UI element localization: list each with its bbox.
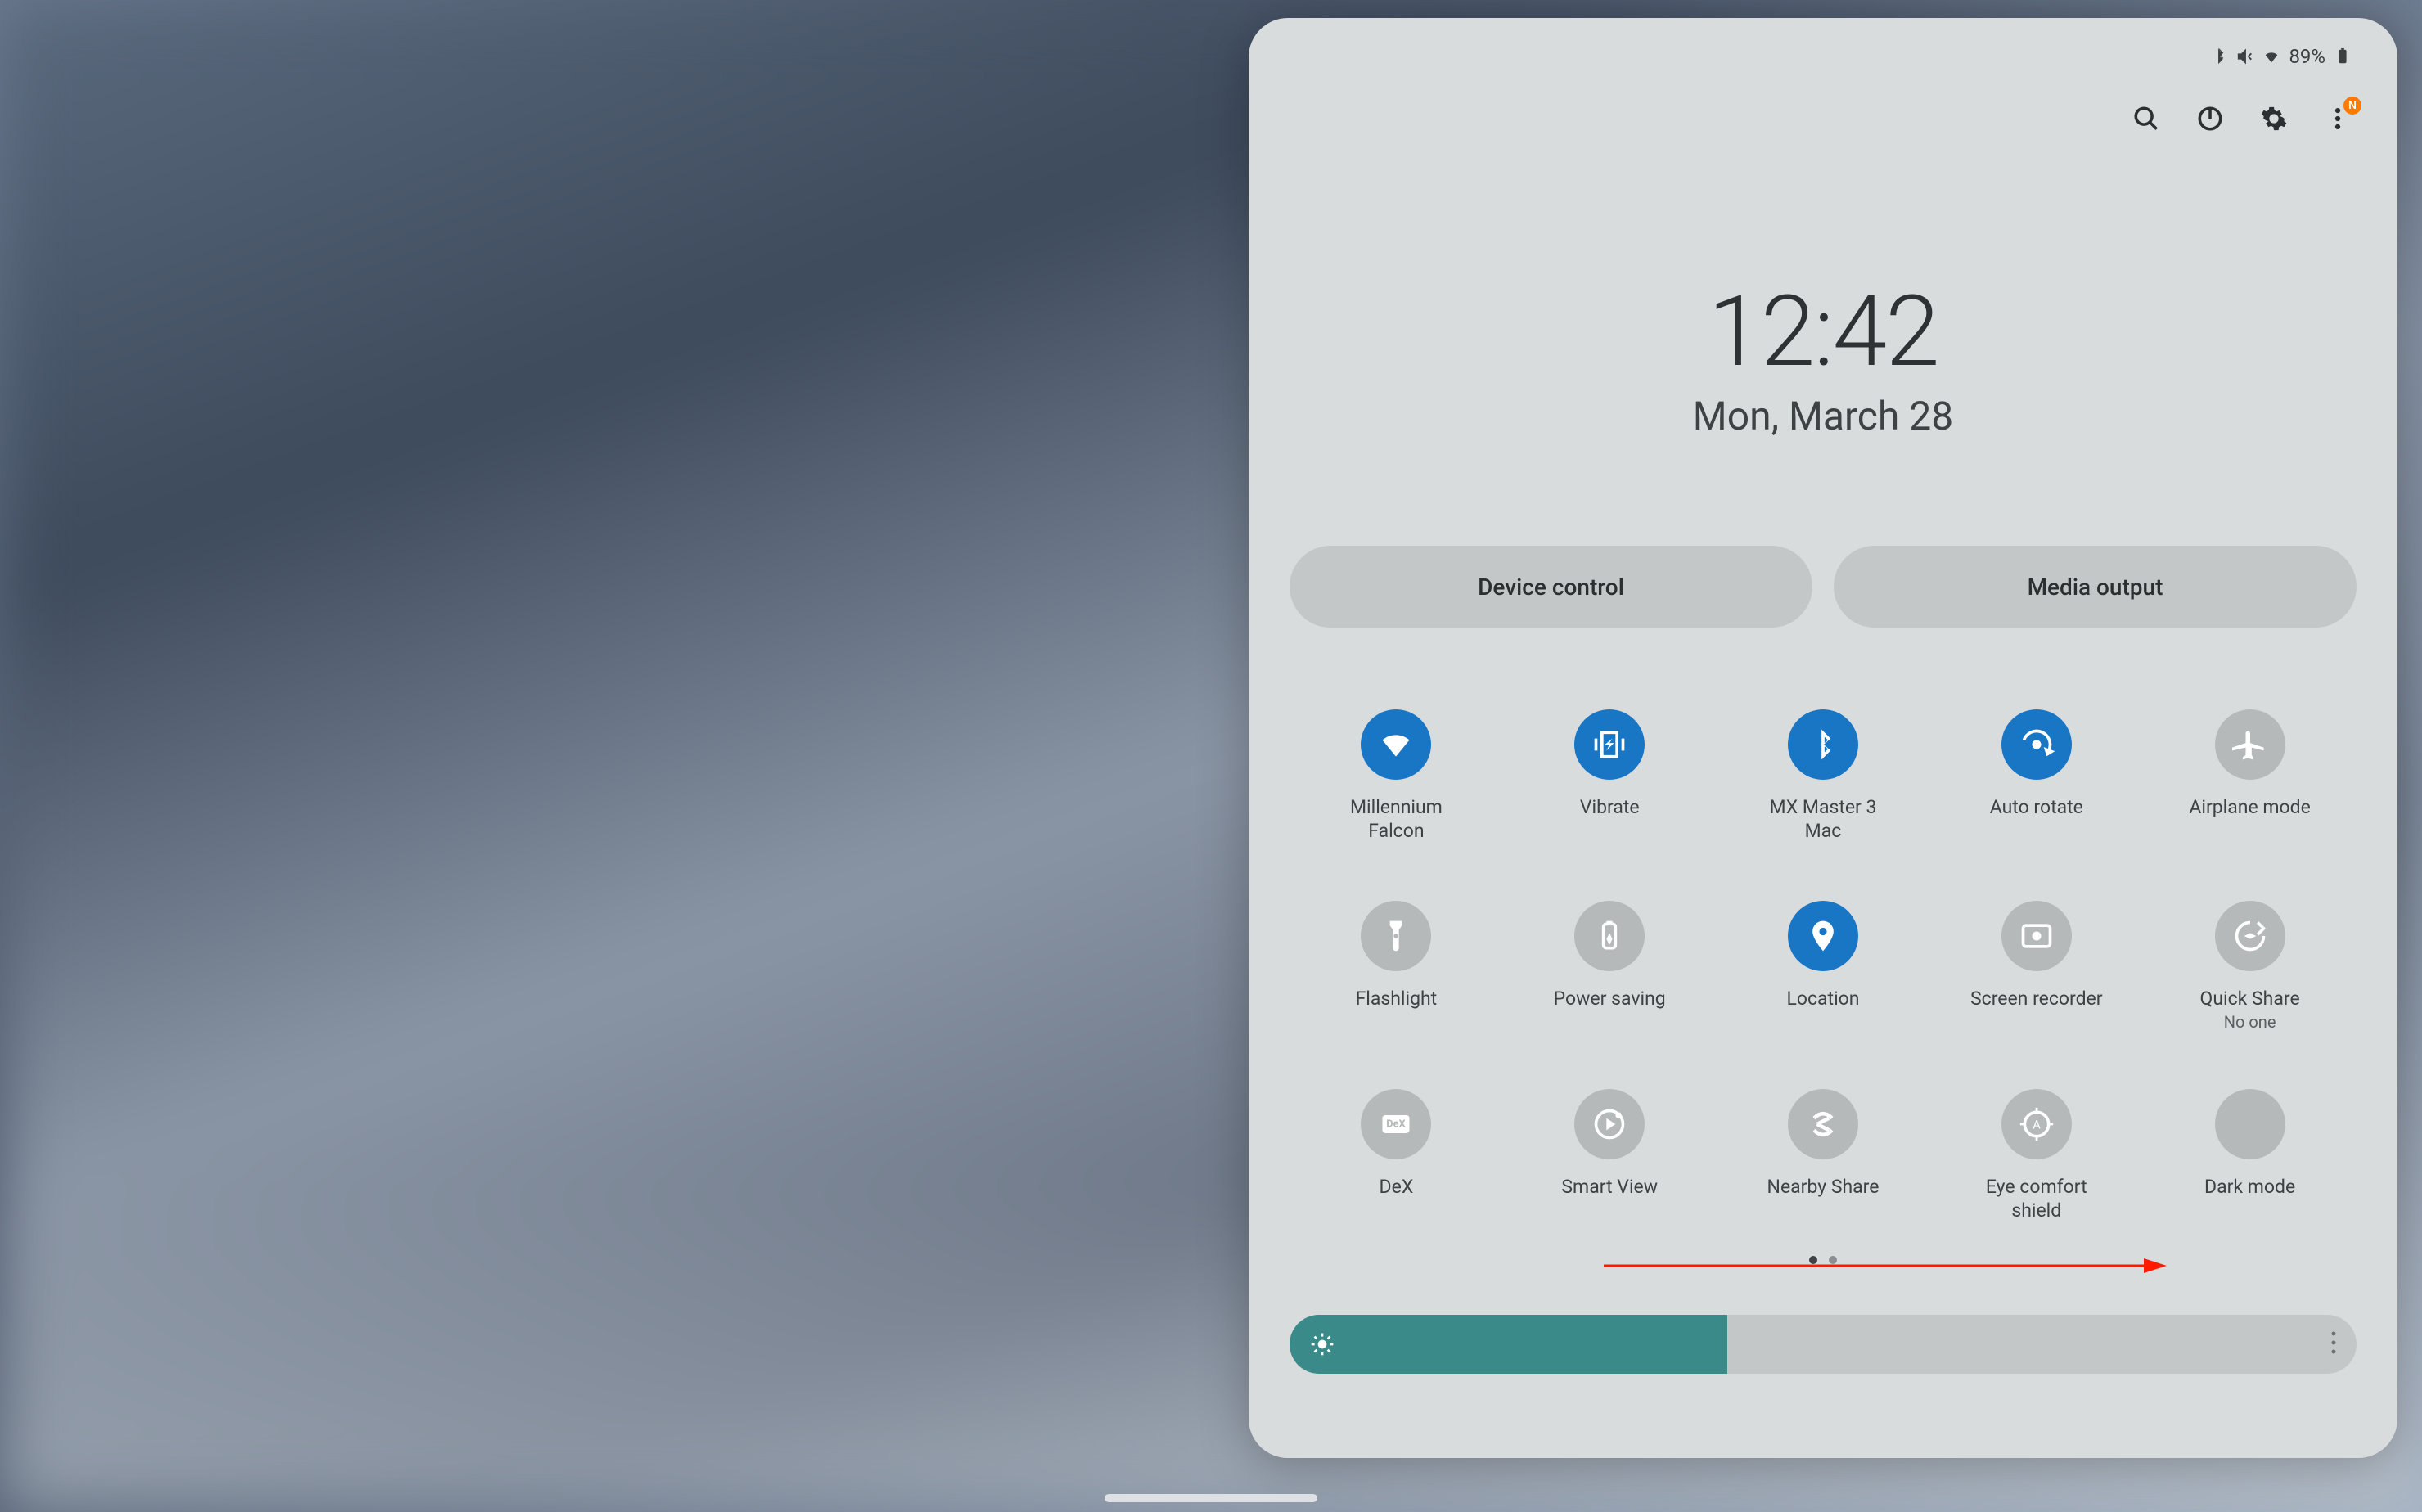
tile-label: Nearby Share [1767,1176,1880,1199]
tile-label: Smart View [1561,1176,1658,1199]
brightness-more-button[interactable] [2330,1330,2337,1358]
tile-label: Millennium Falcon [1326,796,1465,844]
tile-darkmode[interactable]: Dark mode [2143,1089,2357,1223]
status-bar: 89% [1290,43,2357,70]
tile-screenrec[interactable]: Screen recorder [1929,901,2143,1033]
tile-label: Location [1786,988,1859,1011]
overflow-button[interactable]: N [2324,105,2352,136]
tile-label: Dark mode [2204,1176,2295,1199]
tile-label: Auto rotate [1990,796,2083,820]
tile-powersaving[interactable]: Power saving [1503,901,1717,1033]
controls-row: Device control Media output [1290,546,2357,628]
clock-block: 12:42 Mon, March 28 [1290,275,2357,439]
tile-flashlight[interactable]: Flashlight [1290,901,1503,1033]
brightness-fill [1290,1315,1727,1374]
tile-label: Power saving [1554,988,1666,1011]
share-icon [2215,901,2285,971]
page-indicator [1290,1256,2357,1264]
settings-button[interactable] [2260,105,2288,136]
brightness-icon [1309,1331,1335,1357]
nav-handle[interactable] [1105,1494,1317,1502]
cast-icon [1574,1089,1645,1159]
record-icon [2001,901,2072,971]
quick-settings-panel: 89% N 12:42 Mon, March 28 Device control… [1249,18,2397,1458]
clock-time: 12:42 [1290,275,2357,389]
search-button[interactable] [2132,105,2160,136]
page-dot [1829,1256,1837,1264]
tile-nearbyshare[interactable]: Nearby Share [1717,1089,1930,1223]
search-icon [2132,105,2160,133]
tile-label: Quick Share [2200,988,2300,1011]
more-vert-icon [2330,1330,2337,1355]
airplane-icon [2215,709,2285,780]
rotate-icon [2001,709,2072,780]
media-output-button[interactable]: Media output [1834,546,2357,628]
power-icon [2196,105,2224,133]
battery-status-icon [2334,47,2352,65]
clock-date: Mon, March 28 [1290,393,2357,439]
tile-label: Eye comfort shield [1967,1176,2106,1223]
tile-label: MX Master 3 Mac [1753,796,1893,844]
dex-icon: DeX [1361,1089,1431,1159]
battery-percent: 89% [2289,45,2325,68]
tile-label: DeX [1380,1176,1414,1199]
gear-icon [2260,105,2288,133]
tile-dex[interactable]: DeX DeX [1290,1089,1503,1223]
page-dot [1809,1256,1817,1264]
svg-text:A: A [2033,1118,2041,1132]
bluetooth-icon [1788,709,1858,780]
quick-tiles-grid: Millennium Falcon Vibrate MX Master 3 Mac A… [1290,709,2357,1223]
tile-label: Screen recorder [1970,988,2103,1011]
svg-text:DeX: DeX [1387,1118,1407,1131]
moon-icon [2215,1089,2285,1159]
battery-icon [1574,901,1645,971]
tile-bluetooth[interactable]: MX Master 3 Mac [1717,709,1930,844]
vibrate-icon [1574,709,1645,780]
tile-eyecomfort[interactable]: A Eye comfort shield [1929,1089,2143,1223]
panel-toolbar: N [1290,105,2357,136]
tile-smartview[interactable]: Smart View [1503,1089,1717,1223]
location-icon [1788,901,1858,971]
tile-label: Vibrate [1580,796,1640,820]
tile-autorotate[interactable]: Auto rotate [1929,709,2143,844]
nearby-icon [1788,1089,1858,1159]
wifi-status-icon [2262,47,2280,65]
tile-sublabel: No one [2224,1012,2276,1032]
eye-icon: A [2001,1089,2072,1159]
tile-wifi[interactable]: Millennium Falcon [1290,709,1503,844]
tile-quickshare[interactable]: Quick ShareNo one [2143,901,2357,1033]
device-control-button[interactable]: Device control [1290,546,1812,628]
wifi-icon [1361,709,1431,780]
mute-status-icon [2236,47,2254,65]
tile-airplane[interactable]: Airplane mode [2143,709,2357,844]
bluetooth-status-icon [2210,47,2228,65]
tile-location[interactable]: Location [1717,901,1930,1033]
tile-label: Airplane mode [2189,796,2310,820]
flashlight-icon [1361,901,1431,971]
brightness-slider[interactable] [1290,1315,2357,1374]
tile-vibrate[interactable]: Vibrate [1503,709,1717,844]
power-button[interactable] [2196,105,2224,136]
tile-label: Flashlight [1356,988,1438,1011]
overflow-badge: N [2343,97,2361,115]
